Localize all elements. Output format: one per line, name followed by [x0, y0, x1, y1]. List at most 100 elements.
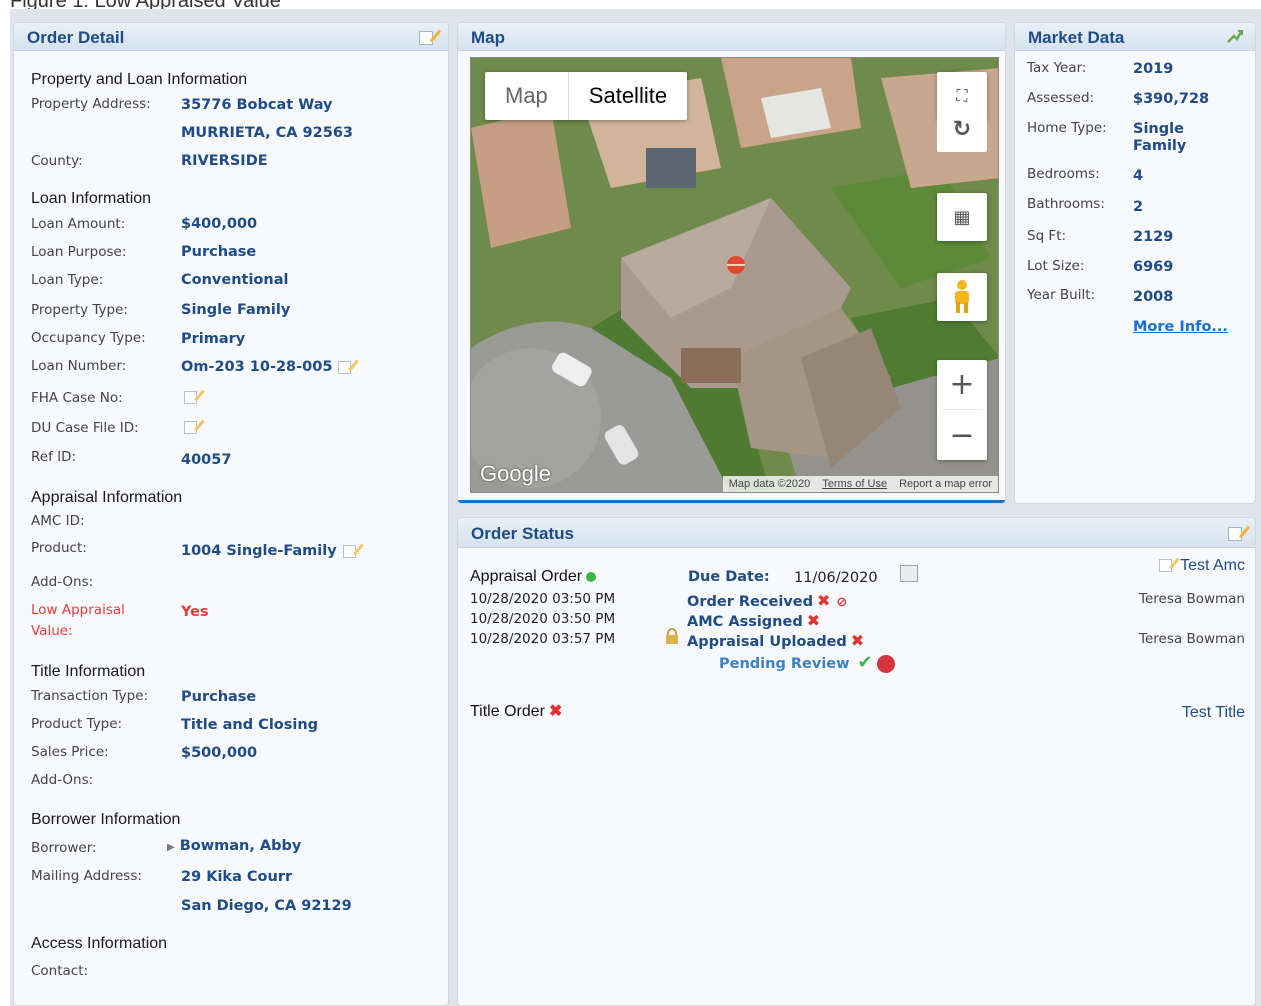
bathrooms-value: 2	[1133, 199, 1144, 215]
loan-number-value: Om-203 10-28-005	[181, 359, 333, 375]
low-appraisal-value: Yes	[181, 604, 209, 620]
map-panel: Map Map Satellite ⛶ ↻ ▦ + − Google Map d…	[457, 22, 1006, 504]
more-info-link[interactable]: More Info...	[1133, 319, 1228, 335]
ref-id-value: 40057	[181, 452, 232, 468]
borrower-value: Bowman, Abby	[179, 838, 302, 854]
access-info-heading: Access Information	[31, 935, 168, 952]
terms-of-use-link[interactable]: Terms of Use	[822, 478, 887, 490]
sqft-label: Sq Ft:	[1027, 228, 1067, 244]
bedrooms-value: 4	[1133, 168, 1144, 184]
x-mark-icon[interactable]: ✖	[851, 631, 864, 650]
order-detail-header: Order Detail	[14, 23, 448, 51]
sales-price-label: Sales Price:	[31, 744, 109, 760]
property-loan-heading: Property and Loan Information	[31, 71, 248, 88]
order-received-row: Order Received ✖ ⊘	[687, 591, 847, 610]
county-value: RIVERSIDE	[181, 153, 268, 169]
map-type-satellite-button[interactable]: Satellite	[569, 72, 687, 120]
year-built-value: 2008	[1133, 289, 1174, 305]
appraisal-order-label: Appraisal Order	[470, 568, 583, 585]
assessed-label: Assessed:	[1027, 90, 1095, 106]
map-data-credit: Map data ©2020	[728, 478, 811, 490]
borrower-row[interactable]: ▶ Bowman, Abby	[167, 838, 301, 854]
due-date-label: Due Date:	[688, 569, 770, 585]
loan-type-value: Conventional	[181, 272, 289, 288]
street-view-pegman-icon[interactable]	[937, 273, 987, 321]
edit-loan-number-icon[interactable]	[338, 360, 352, 374]
due-date-value: 11/06/2020	[794, 570, 878, 586]
product-type-label: Product Type:	[31, 716, 123, 732]
rotate-icon[interactable]: ↻	[937, 106, 987, 152]
test-amc-link[interactable]: Test Amc	[1180, 557, 1245, 574]
sqft-value: 2129	[1133, 229, 1174, 245]
zoom-out-icon[interactable]: −	[949, 410, 974, 460]
product-row: 1004 Single-Family	[181, 543, 356, 559]
pending-review-row: Pending Review ✔	[719, 652, 895, 673]
property-type-value: Single Family	[181, 302, 291, 318]
property-address-label: Property Address:	[31, 96, 151, 112]
loan-number-label: Loan Number:	[31, 358, 127, 374]
order-status-title: Order Status	[471, 524, 574, 543]
zoom-in-icon[interactable]: +	[942, 360, 982, 410]
calendar-icon[interactable]	[900, 565, 918, 582]
sales-price-value: $500,000	[181, 745, 258, 761]
map-footer: Map data ©2020 Terms of Use Report a map…	[722, 476, 998, 492]
x-mark-icon[interactable]: ✖	[549, 703, 562, 720]
edit-icon[interactable]	[419, 31, 433, 45]
transaction-type-label: Transaction Type:	[31, 688, 149, 704]
occupancy-label: Occupancy Type:	[31, 330, 146, 346]
assignee-2: Teresa Bowman	[1139, 631, 1245, 647]
edit-amc-icon[interactable]	[1159, 559, 1173, 573]
test-title-link[interactable]: Test Title	[1182, 704, 1245, 722]
mailing-line1: 29 Kika Courr	[181, 869, 293, 885]
map-type-toggle: Map Satellite	[485, 72, 688, 120]
county-label: County:	[31, 153, 83, 169]
bathrooms-label: Bathrooms:	[1027, 196, 1105, 212]
contact-label: Contact:	[31, 963, 89, 979]
transaction-type-value: Purchase	[181, 689, 257, 705]
amc-assigned-row: AMC Assigned ✖	[687, 611, 820, 630]
title-order-row: Title Order ✖	[470, 701, 562, 721]
property-type-label: Property Type:	[31, 302, 128, 318]
assessed-value: $390,728	[1133, 91, 1210, 107]
appraisal-order-row: Appraisal Order	[470, 568, 597, 586]
reject-stop-icon[interactable]	[876, 655, 895, 673]
x-mark-icon[interactable]: ✖	[817, 591, 830, 610]
title-addons-label: Add-Ons:	[31, 772, 94, 788]
lot-size-value: 6969	[1133, 259, 1174, 275]
map-type-map-button[interactable]: Map	[485, 72, 569, 120]
mailing-line2: San Diego, CA 92129	[181, 898, 352, 914]
refresh-data-icon[interactable]	[1226, 29, 1243, 44]
fha-case-label: FHA Case No:	[31, 390, 123, 406]
tax-year-label: Tax Year:	[1027, 60, 1087, 76]
appraisal-info-heading: Appraisal Information	[31, 489, 183, 506]
approve-check-icon[interactable]: ✔	[858, 652, 873, 673]
loan-amount-value: $400,000	[181, 216, 258, 232]
market-data-title: Market Data	[1028, 28, 1125, 47]
edit-fha-case-icon[interactable]	[184, 391, 197, 404]
appraisal-uploaded-label: Appraisal Uploaded	[687, 634, 847, 650]
expand-triangle-icon[interactable]: ▶	[167, 842, 175, 853]
addons-label: Add-Ons:	[31, 574, 94, 590]
date-order-received: 10/28/2020 03:50 PM	[470, 591, 616, 607]
order-detail-title: Order Detail	[27, 28, 125, 47]
status-green-dot-icon	[586, 571, 597, 582]
loan-info-heading: Loan Information	[31, 190, 152, 207]
edit-du-case-icon[interactable]	[184, 421, 197, 434]
x-mark-icon[interactable]: ✖	[807, 611, 820, 630]
edit-icon[interactable]	[1228, 527, 1242, 541]
satellite-map[interactable]: Map Satellite ⛶ ↻ ▦ + − Google Map data …	[470, 57, 999, 493]
market-data-panel: Market Data Tax Year: 2019 Assessed: $39…	[1014, 22, 1256, 504]
satellite-imagery	[471, 58, 998, 492]
report-map-error-link[interactable]: Report a map error	[899, 478, 992, 490]
product-label: Product:	[31, 540, 87, 556]
title-order-label: Title Order	[470, 703, 545, 720]
low-appraisal-label: Low Appraisal Value:	[31, 602, 125, 639]
tilt-icon[interactable]: ▦	[937, 193, 987, 241]
edit-product-icon[interactable]	[342, 544, 356, 558]
tax-year-value: 2019	[1133, 61, 1174, 77]
loan-amount-label: Loan Amount:	[31, 216, 126, 232]
order-status-panel: Order Status Appraisal Order Due Date: 1…	[457, 517, 1256, 1006]
loan-purpose-label: Loan Purpose:	[31, 244, 127, 260]
cancel-circle-icon[interactable]: ⊘	[836, 595, 847, 610]
zoom-control: + −	[937, 360, 987, 460]
